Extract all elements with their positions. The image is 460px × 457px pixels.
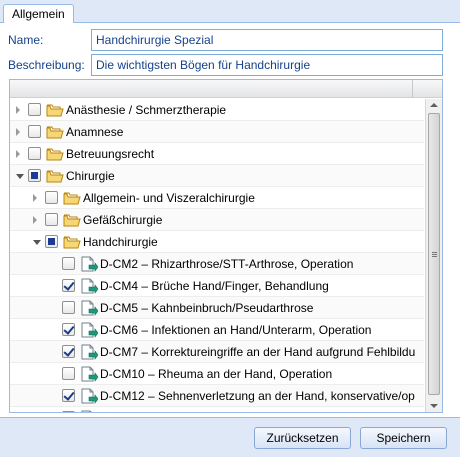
tree-body: Anästhesie / Schmerztherapie Anamnese Betr… <box>10 99 424 412</box>
tree-row[interactable]: D-CM6 – Infektionen an Hand/Unterarm, Op… <box>10 319 424 341</box>
tab-bar: Allgemein <box>0 0 460 24</box>
row-checkbox[interactable] <box>62 257 75 270</box>
grip-line <box>432 252 437 253</box>
row-label: D-CM10 – Rheuma an der Hand, Operation <box>100 367 333 381</box>
form-document-icon <box>80 322 99 338</box>
name-label: Name: <box>8 33 44 47</box>
folder-icon <box>63 212 81 228</box>
row-label: Anästhesie / Schmerztherapie <box>66 103 227 117</box>
row-label: Chirurgie <box>66 169 115 183</box>
description-row: Beschreibung: Die wichtigsten Bögen für … <box>0 54 460 76</box>
form-document-icon <box>80 388 99 404</box>
row-label: D-CM5 – Kahnbeinbruch/Pseudarthrose <box>100 301 314 315</box>
form-document-icon <box>80 366 99 382</box>
row-checkbox[interactable] <box>62 323 75 336</box>
tree-row[interactable]: D-CM2 – Rhizarthrose/STT-Arthrose, Opera… <box>10 253 424 275</box>
reset-button[interactable]: Zurücksetzen <box>254 427 351 449</box>
row-label: D-CM12 – Sehnenverletzung an der Hand, k… <box>100 389 415 403</box>
tree-row[interactable]: D-CM10 – Rheuma an der Hand, Operation <box>10 363 424 385</box>
expanded-arrow-icon[interactable] <box>16 174 24 179</box>
tree-row[interactable]: Betreuungsrecht <box>10 143 424 165</box>
form-tree: Anästhesie / Schmerztherapie Anamnese Betr… <box>9 79 443 413</box>
description-label: Beschreibung: <box>8 58 85 72</box>
tree-row[interactable]: D-CM5 – Kahnbeinbruch/Pseudarthrose <box>10 297 424 319</box>
row-checkbox[interactable] <box>45 235 58 248</box>
scroll-up-icon[interactable] <box>430 103 438 107</box>
row-label: Anamnese <box>66 125 124 139</box>
row-checkbox[interactable] <box>28 169 41 182</box>
main-panel: Name: Handchirurgie Spezial Beschreibung… <box>0 23 460 418</box>
folder-icon <box>46 124 64 140</box>
folder-icon <box>63 190 81 206</box>
row-checkbox[interactable] <box>45 213 58 226</box>
tree-header <box>10 80 442 98</box>
collapsed-arrow-icon[interactable] <box>16 128 20 136</box>
collapsed-arrow-icon[interactable] <box>33 216 37 224</box>
folder-icon <box>46 102 64 118</box>
row-checkbox[interactable] <box>62 367 75 380</box>
tab-allgemein[interactable]: Allgemein <box>3 4 74 24</box>
name-field[interactable]: Handchirurgie Spezial <box>91 29 443 51</box>
row-checkbox[interactable] <box>62 389 75 402</box>
folder-icon <box>46 168 64 184</box>
collapsed-arrow-icon[interactable] <box>33 194 37 202</box>
expanded-arrow-icon[interactable] <box>33 240 41 245</box>
scroll-thumb[interactable] <box>428 113 440 395</box>
row-label: D-CM4 – Brüche Hand/Finger, Behandlung <box>100 279 329 293</box>
collapsed-arrow-icon[interactable] <box>16 150 20 158</box>
grip-line <box>432 254 437 255</box>
tree-row[interactable]: D-CM12 – Sehnenverletzung an der Hand, k… <box>10 385 424 407</box>
tree-row[interactable]: Chirurgie <box>10 165 424 187</box>
folder-icon <box>46 146 64 162</box>
save-button[interactable]: Speichern <box>360 427 447 449</box>
form-document-icon <box>80 300 99 316</box>
name-row: Name: Handchirurgie Spezial <box>0 29 460 51</box>
row-checkbox[interactable] <box>45 191 58 204</box>
form-document-icon <box>80 278 99 294</box>
collapsed-arrow-icon[interactable] <box>16 106 20 114</box>
row-checkbox[interactable] <box>62 411 75 412</box>
form-document-icon <box>80 410 98 412</box>
form-document-icon <box>80 344 99 360</box>
folder-icon <box>63 234 81 250</box>
row-checkbox[interactable] <box>28 147 41 160</box>
header-separator <box>412 80 413 98</box>
tree-row[interactable]: Anamnese <box>10 121 424 143</box>
row-label: D-CM2 – Rhizarthrose/STT-Arthrose, Opera… <box>100 257 354 271</box>
row-label: D-CM13 – Operation eines Handtumors/Gang… <box>100 411 369 412</box>
row-label: Betreuungsrecht <box>66 147 155 161</box>
row-label: Allgemein- und Viszeralchirurgie <box>83 191 255 205</box>
tree-row[interactable]: Anästhesie / Schmerztherapie <box>10 99 424 121</box>
tree-row[interactable]: D-CM7 – Korrektureingriffe an der Hand a… <box>10 341 424 363</box>
row-label: D-CM7 – Korrektureingriffe an der Hand a… <box>100 345 416 359</box>
form-document-icon <box>80 256 99 272</box>
row-checkbox[interactable] <box>62 301 75 314</box>
scroll-down-icon[interactable] <box>430 404 438 408</box>
tree-row[interactable]: D-CM13 – Operation eines Handtumors/Gang… <box>10 407 424 412</box>
grip-line <box>432 256 437 257</box>
vertical-scrollbar[interactable] <box>425 99 442 412</box>
description-field[interactable]: Die wichtigsten Bögen für Handchirurgie <box>91 54 443 76</box>
row-checkbox[interactable] <box>62 279 75 292</box>
tree-row[interactable]: Handchirurgie <box>10 231 424 253</box>
row-checkbox[interactable] <box>62 345 75 358</box>
row-label: Gefäßchirurgie <box>83 213 163 227</box>
tree-row[interactable]: Allgemein- und Viszeralchirurgie <box>10 187 424 209</box>
tree-row[interactable]: Gefäßchirurgie <box>10 209 424 231</box>
row-checkbox[interactable] <box>28 103 41 116</box>
row-checkbox[interactable] <box>28 125 41 138</box>
row-label: D-CM6 – Infektionen an Hand/Unterarm, Op… <box>100 323 372 337</box>
row-label: Handchirurgie <box>83 235 158 249</box>
tree-row[interactable]: D-CM4 – Brüche Hand/Finger, Behandlung <box>10 275 424 297</box>
